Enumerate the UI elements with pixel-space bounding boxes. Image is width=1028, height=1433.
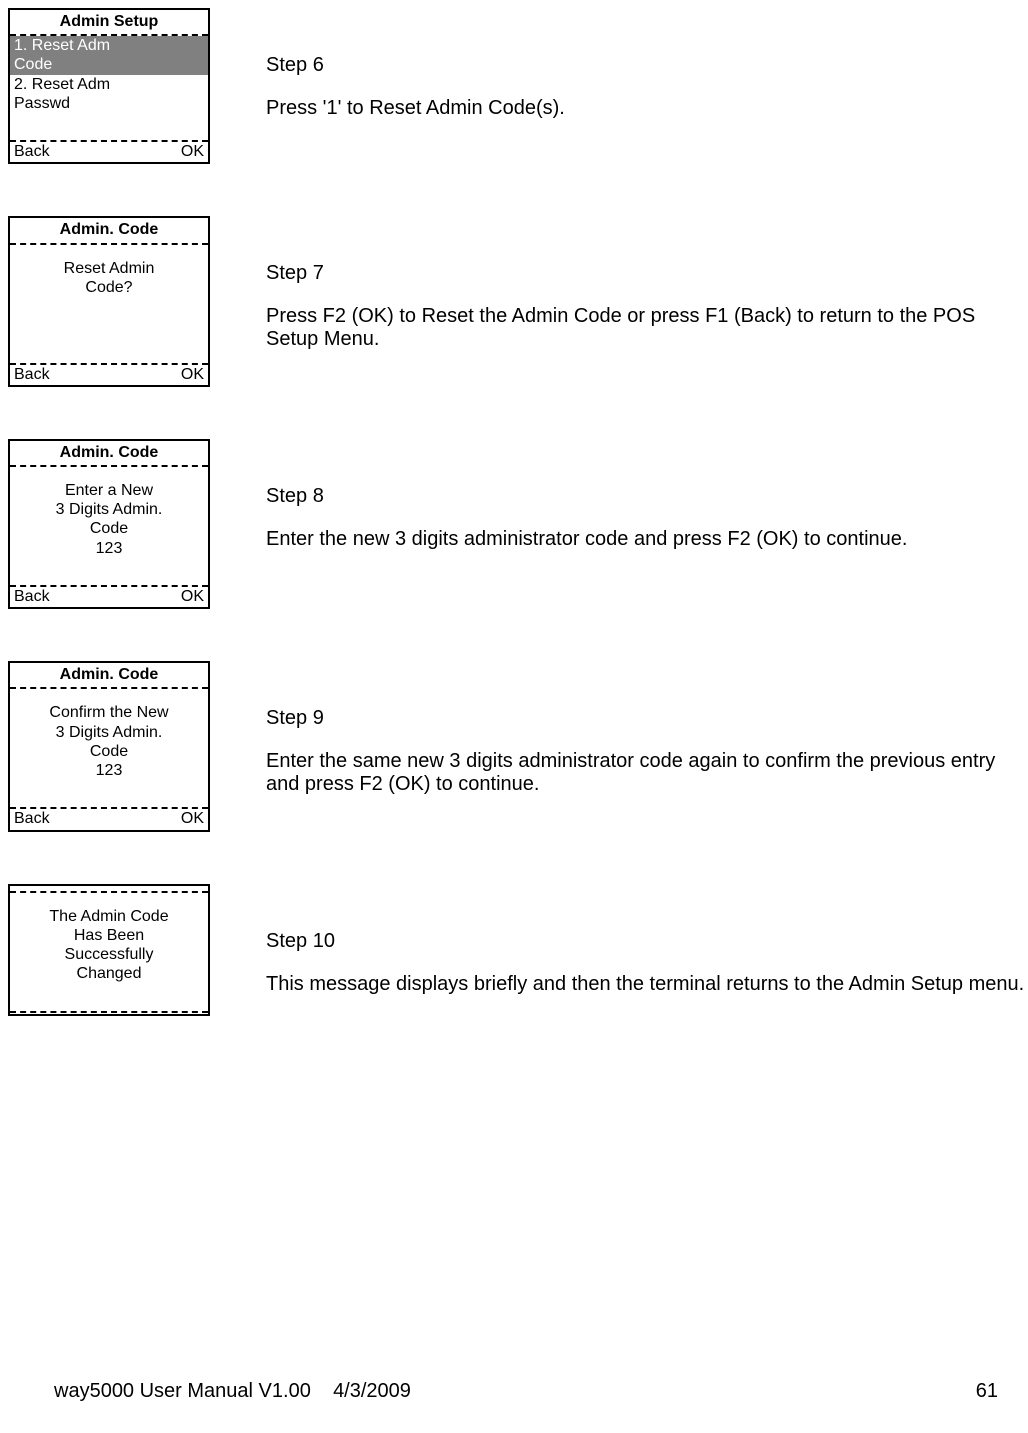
step-row: Admin. Code Enter a New 3 Digits Admin. … xyxy=(8,439,1028,609)
terminal-screen: Admin. Code Enter a New 3 Digits Admin. … xyxy=(8,439,210,609)
step-label: Step 6 xyxy=(266,54,1028,77)
step-body: Press '1' to Reset Admin Code(s). xyxy=(266,97,1028,120)
screen-line: 3 Digits Admin. xyxy=(14,723,204,742)
screen-line: Enter a New xyxy=(14,481,204,500)
screen-title: Admin. Code xyxy=(10,663,208,687)
softkeys: Back OK xyxy=(10,587,208,607)
softkey-back[interactable]: Back xyxy=(14,587,50,606)
screen-line: Has Been xyxy=(14,926,204,945)
screen-line: The Admin Code xyxy=(14,907,204,926)
step-body: Press F2 (OK) to Reset the Admin Code or… xyxy=(266,305,1028,351)
screen-title: Admin. Code xyxy=(10,218,208,242)
page: Admin Setup 1. Reset Adm Code 2. Reset A… xyxy=(0,0,1028,1016)
softkeys: Back OK xyxy=(10,365,208,385)
softkeys xyxy=(10,1013,208,1014)
step-instructions: Step 10 This message displays briefly an… xyxy=(266,884,1028,996)
softkey-ok[interactable]: OK xyxy=(181,142,204,161)
softkey-back[interactable]: Back xyxy=(14,142,50,161)
screen-content: Enter a New 3 Digits Admin. Code 123 xyxy=(10,467,208,585)
step-instructions: Step 9 Enter the same new 3 digits admin… xyxy=(266,661,1028,796)
screen-title: Admin. Code xyxy=(10,441,208,465)
screen-line: 3 Digits Admin. xyxy=(14,500,204,519)
screen-line: Code xyxy=(14,742,204,761)
screen-line: Code? xyxy=(14,278,204,297)
footer-page-number: 61 xyxy=(976,1380,998,1403)
menu-item-reset-adm-passwd[interactable]: 2. Reset Adm Passwd xyxy=(10,75,208,113)
step-row: Admin. Code Confirm the New 3 Digits Adm… xyxy=(8,661,1028,831)
softkey-ok[interactable]: OK xyxy=(181,365,204,384)
screen-line: Code xyxy=(14,519,204,538)
step-instructions: Step 8 Enter the new 3 digits administra… xyxy=(266,439,1028,551)
menu-item-reset-adm-code[interactable]: 1. Reset Adm Code xyxy=(10,36,208,74)
screen-line: Changed xyxy=(14,964,204,983)
softkey-ok[interactable]: OK xyxy=(181,587,204,606)
screen-content: The Admin Code Has Been Successfully Cha… xyxy=(10,893,208,1011)
softkeys: Back OK xyxy=(10,142,208,162)
step-row: Admin. Code Reset Admin Code? Back OK St… xyxy=(8,216,1028,386)
step-label: Step 8 xyxy=(266,485,1028,508)
admin-code-input[interactable]: 123 xyxy=(14,539,204,558)
step-instructions: Step 7 Press F2 (OK) to Reset the Admin … xyxy=(266,216,1028,351)
admin-code-confirm-input[interactable]: 123 xyxy=(14,761,204,780)
softkey-back[interactable]: Back xyxy=(14,365,50,384)
terminal-screen: Admin. Code Reset Admin Code? Back OK xyxy=(8,216,210,386)
softkey-back[interactable]: Back xyxy=(14,809,50,828)
terminal-screen: Admin Setup 1. Reset Adm Code 2. Reset A… xyxy=(8,8,210,164)
terminal-screen: Admin. Code Confirm the New 3 Digits Adm… xyxy=(8,661,210,831)
footer-manual-version: way5000 User Manual V1.00 4/3/2009 xyxy=(54,1380,411,1403)
page-footer: way5000 User Manual V1.00 4/3/2009 61 xyxy=(54,1380,998,1403)
step-body: This message displays briefly and then t… xyxy=(266,973,1028,996)
softkey-ok[interactable]: OK xyxy=(181,809,204,828)
step-row: The Admin Code Has Been Successfully Cha… xyxy=(8,884,1028,1016)
step-body: Enter the new 3 digits administrator cod… xyxy=(266,528,1028,551)
menu-list: 1. Reset Adm Code 2. Reset Adm Passwd xyxy=(10,36,208,140)
softkeys: Back OK xyxy=(10,809,208,829)
screen-line: Reset Admin xyxy=(14,259,204,278)
step-body: Enter the same new 3 digits administrato… xyxy=(266,750,1028,796)
step-label: Step 9 xyxy=(266,707,1028,730)
screen-line: Successfully xyxy=(14,945,204,964)
screen-content: Confirm the New 3 Digits Admin. Code 123 xyxy=(10,689,208,807)
screen-content: Reset Admin Code? xyxy=(10,245,208,363)
step-label: Step 7 xyxy=(266,262,1028,285)
step-row: Admin Setup 1. Reset Adm Code 2. Reset A… xyxy=(8,8,1028,164)
step-instructions: Step 6 Press '1' to Reset Admin Code(s). xyxy=(266,8,1028,120)
step-label: Step 10 xyxy=(266,930,1028,953)
terminal-screen: The Admin Code Has Been Successfully Cha… xyxy=(8,884,210,1016)
screen-title: Admin Setup xyxy=(10,10,208,34)
screen-line: Confirm the New xyxy=(14,703,204,722)
